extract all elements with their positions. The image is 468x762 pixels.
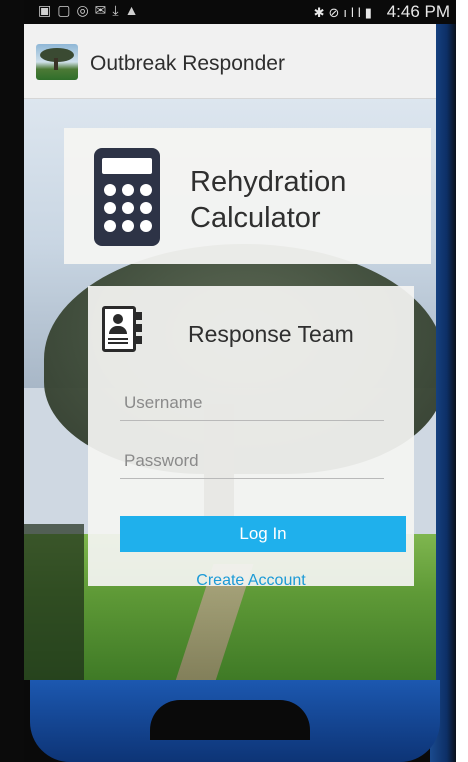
password-field-container: [120, 446, 388, 479]
calculator-icon: [94, 148, 160, 246]
status-bar: ▣▢◎✉⤓▲ ✱⊘ıll▮ 4:46 PM: [24, 0, 456, 24]
app-bar: Outbreak Responder: [24, 24, 436, 99]
username-field-container: [120, 388, 388, 421]
login-button[interactable]: Log In: [120, 516, 406, 552]
tree-landscape-logo-icon[interactable]: [36, 44, 78, 80]
background-margin: [456, 0, 468, 762]
status-right: ✱⊘ıll▮ 4:46 PM: [314, 2, 450, 22]
app-title: Outbreak Responder: [90, 52, 285, 75]
calculator-title-line1: Rehydration: [190, 166, 347, 198]
username-input[interactable]: [120, 388, 388, 418]
phone-bezel-left: [0, 0, 24, 762]
password-input[interactable]: [120, 446, 388, 476]
create-account-link[interactable]: Create Account: [88, 572, 414, 590]
contact-book-icon: [102, 306, 146, 354]
status-time: 4:46 PM: [386, 2, 450, 21]
phone-photo: ▣▢◎✉⤓▲ ✱⊘ıll▮ 4:46 PM Outbreak Responder: [0, 0, 468, 762]
calculator-title: Rehydration Calculator: [190, 164, 346, 236]
notification-icons: ▣▢◎✉⤓▲: [38, 2, 145, 18]
phone-home-area: [150, 700, 310, 740]
app-screen: Outbreak Responder Rehydration Calculato…: [24, 24, 436, 680]
calculator-title-line2: Calculator: [190, 202, 321, 234]
calculator-card[interactable]: Rehydration Calculator: [64, 128, 431, 264]
response-team-title: Response Team: [188, 321, 354, 347]
signal-icon: ✱⊘ıll▮: [313, 5, 376, 20]
background-shadow: [24, 524, 84, 680]
login-card: Response Team Log In Create Account: [88, 286, 414, 589]
